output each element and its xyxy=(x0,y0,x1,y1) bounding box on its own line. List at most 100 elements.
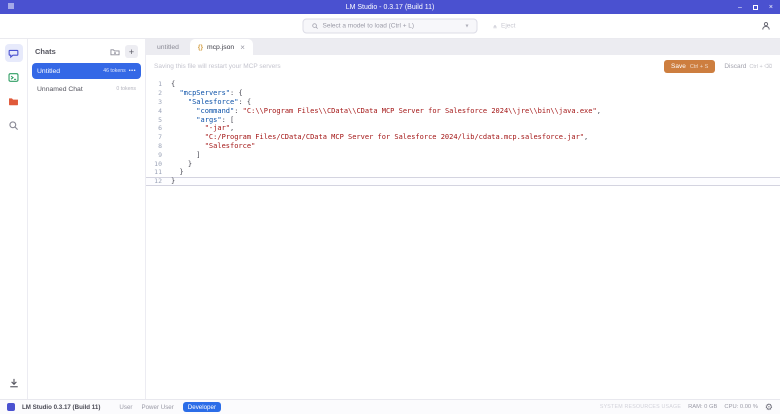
nav-discover-button[interactable] xyxy=(5,116,23,134)
editor-line[interactable]: 12} xyxy=(146,176,780,186)
line-code: "Salesforce" xyxy=(204,141,256,150)
chat-name: Untitled xyxy=(37,67,61,75)
nav-developer-button[interactable] xyxy=(5,68,23,86)
eject-button[interactable]: Eject xyxy=(492,23,515,30)
tab-mcp-json[interactable]: {} mcp.json × xyxy=(189,39,253,55)
save-notification-bar: Saving this file will restart your MCP s… xyxy=(146,55,780,78)
new-folder-button[interactable] xyxy=(110,47,120,57)
line-code: ] xyxy=(171,150,201,159)
line-number: 12 xyxy=(154,177,162,186)
editor-line[interactable]: 11 } xyxy=(146,168,780,177)
chat-list-item-unnamed[interactable]: Unnamed Chat 0 tokens xyxy=(32,81,141,97)
mode-user[interactable]: User xyxy=(119,404,132,411)
discard-button[interactable]: Discard Ctrl + ⌫ xyxy=(724,63,772,70)
tab-bar: untitled {} mcp.json × xyxy=(146,39,780,55)
line-code: } xyxy=(171,168,184,177)
notification-message: Saving this file will restart your MCP s… xyxy=(154,63,281,70)
line-number: 10 xyxy=(154,159,162,168)
chats-panel: Chats + Untitled 46 tokens ••• Unnamed C… xyxy=(28,39,146,399)
editor-line[interactable]: 4 "command": "C:\\Program Files\\CData\\… xyxy=(146,106,780,115)
search-icon xyxy=(312,23,318,29)
editor-line[interactable]: 7 "C:/Program Files/CData/CData MCP Serv… xyxy=(146,133,780,142)
model-select-dropdown[interactable]: Select a model to load (Ctrl + L) ▾ xyxy=(302,18,478,34)
status-bar: LM Studio 0.3.17 (Build 11) User Power U… xyxy=(0,399,780,414)
plus-icon: + xyxy=(128,46,135,57)
line-number: 11 xyxy=(154,168,162,177)
save-shortcut-hint: Ctrl + S xyxy=(689,63,709,70)
app-logo xyxy=(7,403,15,411)
chats-header: Chats + xyxy=(28,41,145,62)
window-controls: – × xyxy=(738,4,773,11)
editor-line[interactable]: 9 ] xyxy=(146,150,780,159)
folder-icon xyxy=(9,97,18,105)
discard-shortcut-hint: Ctrl + ⌫ xyxy=(749,63,772,70)
line-number: 5 xyxy=(158,115,162,124)
window-body: Chats + Untitled 46 tokens ••• Unnamed C… xyxy=(0,39,780,399)
json-file-icon: {} xyxy=(197,43,203,51)
resources-usage-label: SYSTEM RESOURCES USAGE xyxy=(599,404,682,410)
nav-chat-button[interactable] xyxy=(4,44,23,62)
editor-line[interactable]: 5 "args": [ xyxy=(146,115,780,124)
chats-title: Chats xyxy=(35,47,56,56)
eject-label: Eject xyxy=(501,22,516,30)
editor-lines: 1{2 "mcpServers": {3 "Salesforce": {4 "c… xyxy=(146,80,780,186)
line-code: } xyxy=(171,177,176,186)
eject-icon xyxy=(493,24,497,28)
magnifier-icon xyxy=(9,120,19,130)
download-icon xyxy=(9,378,18,388)
tab-label: mcp.json xyxy=(206,43,235,51)
chat-bubble-icon xyxy=(8,49,19,58)
line-code: "-jar", xyxy=(204,124,235,133)
editor-line[interactable]: 8 "Salesforce" xyxy=(146,142,780,151)
editor-line[interactable]: 6 "-jar", xyxy=(146,124,780,133)
editor-line[interactable]: 3 "Salesforce": { xyxy=(146,98,780,107)
top-toolbar: Select a model to load (Ctrl + L) ▾ Ejec… xyxy=(0,14,780,39)
ram-usage: RAM: 0 GB xyxy=(688,404,718,410)
close-button[interactable]: × xyxy=(769,4,773,11)
line-number: 8 xyxy=(158,141,162,150)
folder-plus-icon xyxy=(110,48,120,55)
nav-my-models-button[interactable] xyxy=(5,92,23,110)
minimize-button[interactable]: – xyxy=(738,4,742,11)
mode-power-user[interactable]: Power User xyxy=(141,404,173,411)
tab-close-icon[interactable]: × xyxy=(240,43,245,52)
editor-line[interactable]: 1{ xyxy=(146,80,780,89)
editor-line[interactable]: 2 "mcpServers": { xyxy=(146,89,780,98)
app-version-label: LM Studio 0.3.17 (Build 11) xyxy=(22,403,101,411)
mode-developer[interactable]: Developer xyxy=(182,402,222,412)
tab-untitled[interactable]: untitled xyxy=(146,39,190,55)
new-chat-button[interactable]: + xyxy=(125,45,138,58)
editor-line[interactable]: 10 } xyxy=(146,159,780,168)
save-label: Save xyxy=(671,63,686,70)
user-profile-button[interactable] xyxy=(761,21,771,31)
statusbar-right: SYSTEM RESOURCES USAGE RAM: 0 GB CPU: 0.… xyxy=(599,402,773,412)
maximize-button[interactable] xyxy=(752,4,758,10)
notification-actions: Save Ctrl + S Discard Ctrl + ⌫ xyxy=(664,60,772,73)
line-number: 2 xyxy=(158,89,162,98)
line-code: "mcpServers": { xyxy=(179,89,243,98)
downloads-button[interactable] xyxy=(5,374,23,392)
line-number: 3 xyxy=(158,97,162,106)
line-code: "command": "C:\\Program Files\\CData\\CD… xyxy=(196,106,601,115)
code-editor[interactable]: 1{2 "mcpServers": {3 "Salesforce": {4 "c… xyxy=(146,78,780,399)
app-menu-icon[interactable] xyxy=(7,2,15,12)
chat-list-item-untitled[interactable]: Untitled 46 tokens ••• xyxy=(32,63,141,79)
mode-switcher: User Power User Developer xyxy=(119,402,222,412)
line-number: 7 xyxy=(158,133,162,142)
line-code: "C:/Program Files/CData/CData MCP Server… xyxy=(204,133,589,142)
line-number: 9 xyxy=(158,150,162,159)
line-code: "args": [ xyxy=(196,115,235,124)
line-number: 1 xyxy=(158,80,162,89)
model-select-label: Select a model to load (Ctrl + L) xyxy=(322,22,415,30)
discard-label: Discard xyxy=(724,63,747,70)
save-button[interactable]: Save Ctrl + S xyxy=(664,60,716,73)
chevron-down-icon: ▾ xyxy=(465,23,469,30)
chat-token-count: 46 tokens xyxy=(103,68,126,74)
chat-options-icon[interactable]: ••• xyxy=(129,68,136,74)
settings-gear-icon[interactable]: ⚙ xyxy=(765,402,773,412)
window-title: LM Studio - 0.3.17 (Build 11) xyxy=(345,3,435,11)
lm-studio-window: LM Studio - 0.3.17 (Build 11) – × Select… xyxy=(0,0,780,414)
nav-rail xyxy=(0,39,28,399)
main-area: untitled {} mcp.json × Saving this file … xyxy=(146,39,780,399)
line-code: } xyxy=(171,159,193,168)
